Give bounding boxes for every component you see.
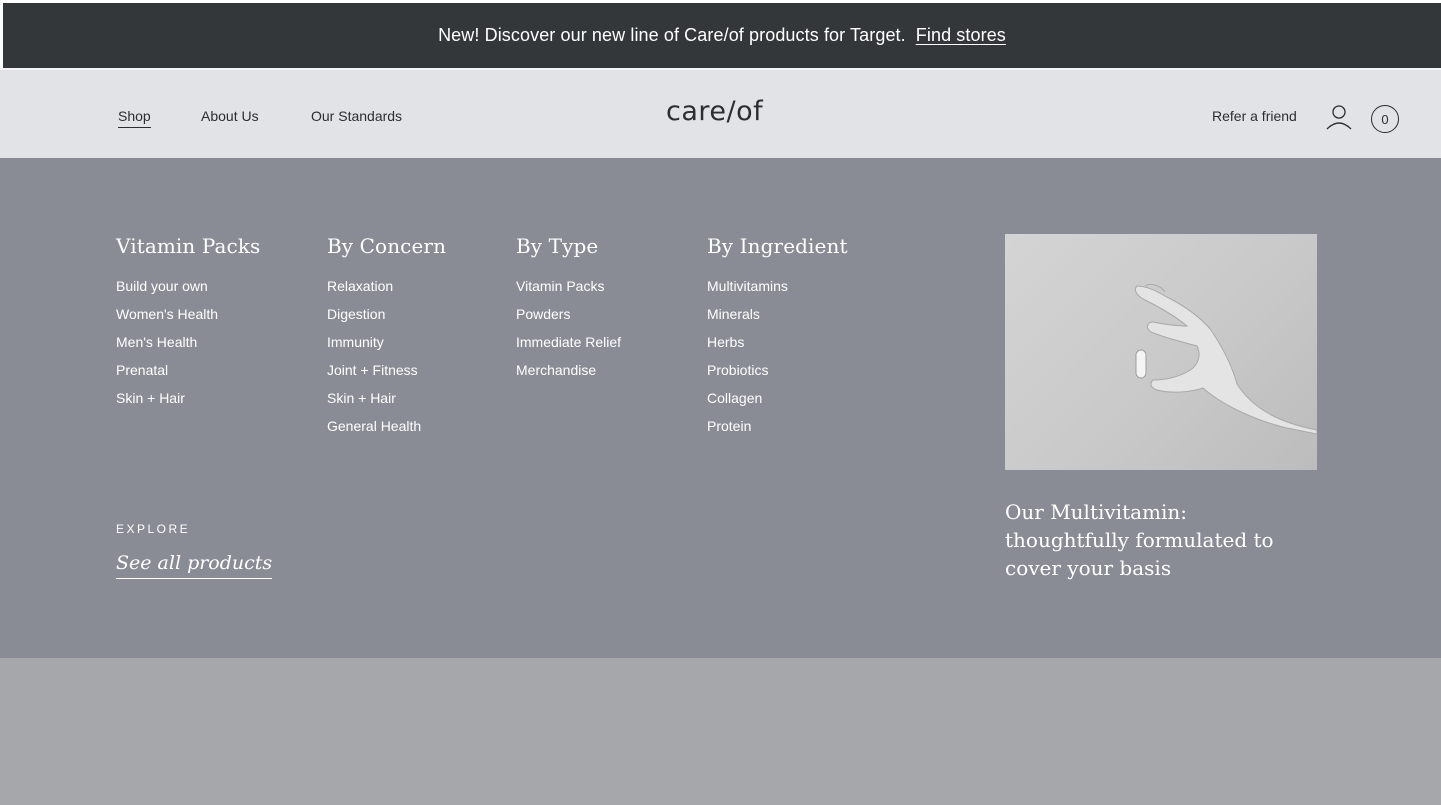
menu-item[interactable]: Collagen [707, 389, 848, 417]
nav-our-standards[interactable]: Our Standards [311, 108, 402, 124]
menu-item[interactable]: Build your own [116, 277, 260, 305]
promo-image[interactable] [1005, 234, 1317, 470]
page-overlay [0, 658, 1441, 805]
menu-item[interactable]: Relaxation [327, 277, 446, 305]
see-all-products-link[interactable]: See all products [116, 552, 273, 579]
menu-item[interactable]: Protein [707, 417, 848, 445]
column-title: By Concern [327, 234, 447, 258]
cart-count: 0 [1381, 111, 1389, 127]
menu-item[interactable]: Immediate Relief [516, 333, 621, 361]
nav-about-us[interactable]: About Us [201, 108, 259, 124]
promo-caption[interactable]: Our Multivitamin: thoughtfully formulate… [1005, 498, 1295, 582]
menu-item[interactable]: Digestion [327, 305, 446, 333]
menu-column-by-concern: By Concern Relaxation Digestion Immunity… [327, 234, 446, 445]
menu-item[interactable]: General Health [327, 417, 446, 445]
column-title: By Ingredient [707, 234, 848, 258]
menu-item[interactable]: Skin + Hair [327, 389, 446, 417]
cart-icon[interactable]: 0 [1371, 105, 1399, 133]
find-stores-link[interactable]: Find stores [916, 25, 1006, 46]
menu-item[interactable]: Minerals [707, 305, 848, 333]
hand-holding-capsule-illustration [1134, 283, 1317, 435]
refer-a-friend-link[interactable]: Refer a friend [1212, 108, 1297, 124]
main-nav: Shop About Us Our Standards care/of Refe… [0, 68, 1441, 158]
menu-item[interactable]: Merchandise [516, 361, 621, 389]
menu-item[interactable]: Multivitamins [707, 277, 848, 305]
menu-item[interactable]: Herbs [707, 333, 848, 361]
menu-column-vitamin-packs: Vitamin Packs Build your own Women's Hea… [116, 234, 260, 417]
column-title: Vitamin Packs [116, 234, 261, 258]
column-title: By Type [516, 234, 599, 258]
explore-label: EXPLORE [116, 522, 191, 536]
menu-item[interactable]: Vitamin Packs [516, 277, 621, 305]
nav-shop[interactable]: Shop [118, 108, 151, 128]
shop-mega-menu: Vitamin Packs Build your own Women's Hea… [0, 158, 1441, 658]
menu-column-by-type: By Type Vitamin Packs Powders Immediate … [516, 234, 621, 389]
menu-item[interactable]: Probiotics [707, 361, 848, 389]
menu-item[interactable]: Skin + Hair [116, 389, 260, 417]
menu-item[interactable]: Joint + Fitness [327, 361, 446, 389]
announcement-text: New! Discover our new line of Care/of pr… [438, 25, 906, 45]
menu-item[interactable]: Men's Health [116, 333, 260, 361]
user-icon[interactable] [1326, 104, 1352, 130]
menu-item[interactable]: Powders [516, 305, 621, 333]
logo[interactable]: care/of [666, 96, 763, 127]
menu-item[interactable]: Immunity [327, 333, 446, 361]
menu-item[interactable]: Prenatal [116, 361, 260, 389]
menu-item[interactable]: Women's Health [116, 305, 260, 333]
menu-column-by-ingredient: By Ingredient Multivitamins Minerals Her… [707, 234, 848, 445]
announcement-bar: New! Discover our new line of Care/of pr… [3, 3, 1441, 68]
